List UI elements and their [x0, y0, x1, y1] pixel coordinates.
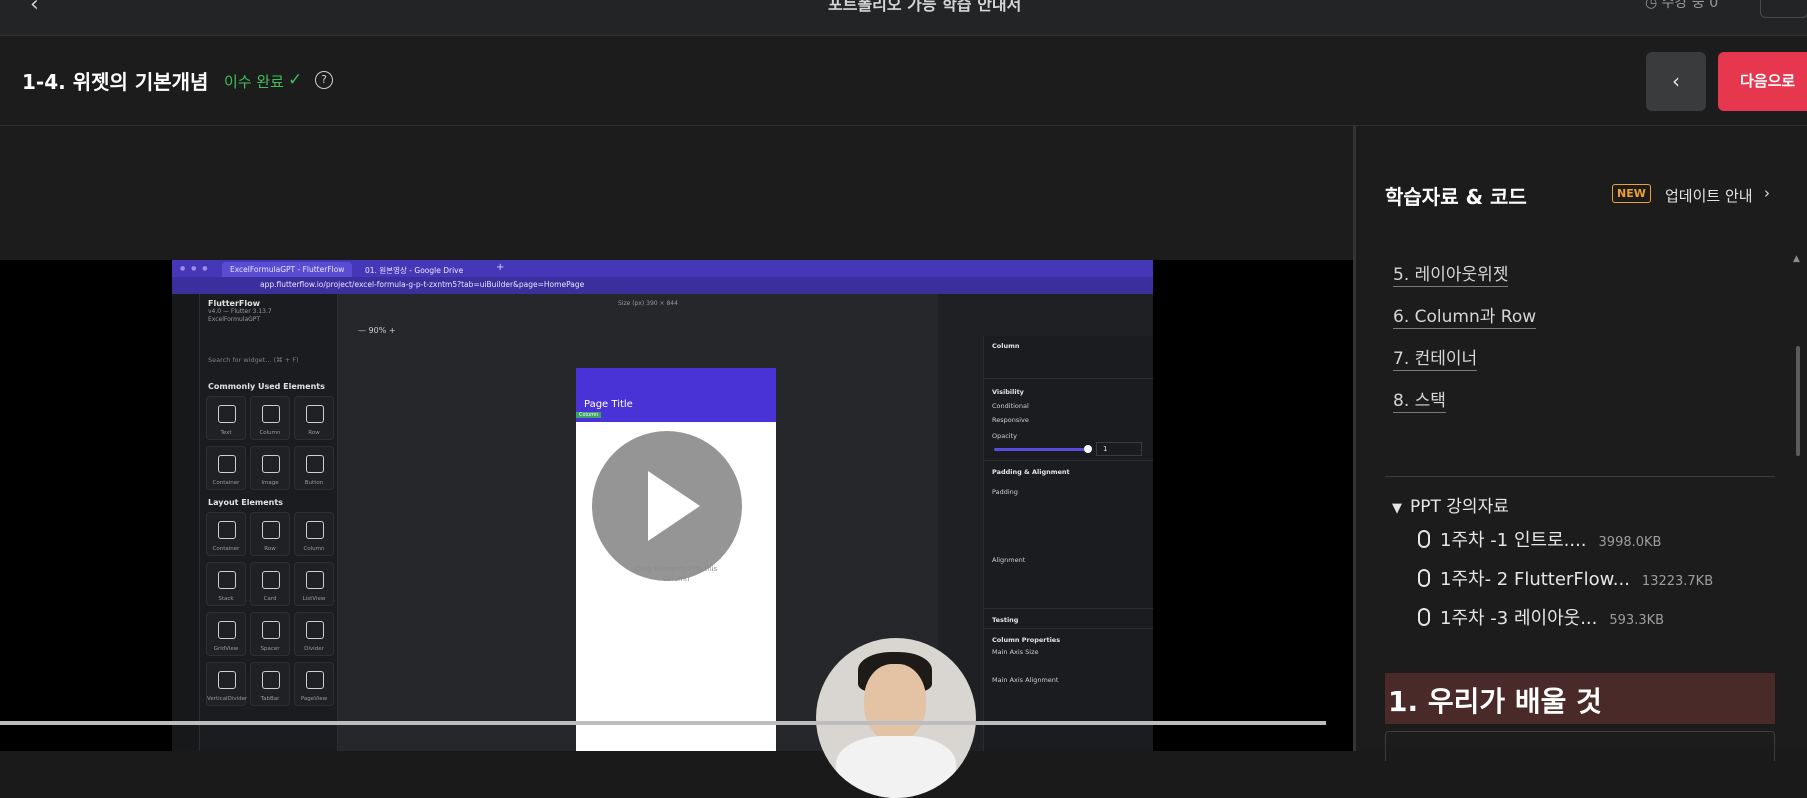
tile-image: Image	[250, 446, 290, 490]
paperclip-icon	[1418, 608, 1430, 626]
opacity-slider-knob	[1084, 445, 1092, 453]
play-icon[interactable]	[592, 431, 742, 581]
toc-item-container[interactable]: 7. 컨테이너	[1393, 344, 1478, 371]
app-bar: Page Title Column	[576, 368, 776, 422]
chevron-right-icon[interactable]: ›	[1764, 184, 1770, 202]
widget-palette: FlutterFlow v4.0 — Flutter 3.13.7 ExcelF…	[200, 294, 338, 751]
lesson-header: 1-4. 위젯의 기본개념 이수 완료 ✓ ? ‹ 다음으로	[0, 36, 1807, 126]
file-item[interactable]: 1주차- 2 FlutterFlow... 13223.7KB	[1418, 565, 1713, 591]
flutterflow-nav-rail	[172, 294, 200, 751]
completion-status: 이수 완료	[224, 73, 284, 91]
padding-alignment-section: Padding & Alignment	[992, 468, 1070, 476]
testing-section: Testing	[992, 616, 1019, 624]
opacity-value: 1	[1096, 442, 1142, 456]
tile-spacer: Spacer	[250, 612, 290, 656]
next-button[interactable]: 다음으로	[1718, 52, 1807, 111]
responsive-label: Responsive	[992, 416, 1029, 424]
paperclip-icon	[1418, 569, 1430, 587]
browser-tabbar: ● ● ● ExcelFormulaGPT - FlutterFlow 01. …	[172, 260, 1153, 277]
alignment-label: Alignment	[992, 556, 1026, 564]
video-top-spacer	[0, 126, 1353, 260]
tile-pageview: PageView	[294, 662, 334, 706]
sidebar-title: 학습자료 & 코드	[1385, 185, 1527, 209]
tile-verticaldivider: VerticalDivider	[206, 662, 247, 706]
page-title-preview: Page Title	[584, 399, 633, 410]
triangle-down-icon: ▼	[1392, 501, 1402, 516]
top-action-button[interactable]	[1760, 0, 1807, 18]
toc-item-column-row[interactable]: 6. Column과 Row	[1393, 302, 1537, 329]
file-item[interactable]: 1주차 -3 레이아웃... 593.3KB	[1418, 604, 1664, 630]
browser-url: app.flutterflow.io/project/excel-formula…	[260, 280, 585, 289]
new-badge: NEW	[1612, 184, 1651, 203]
content-box	[1385, 731, 1775, 761]
chevron-left-icon: ‹	[1672, 69, 1680, 93]
opacity-label: Opacity	[992, 432, 1018, 440]
tile-tabbar: TabBar	[250, 662, 290, 706]
materials-sidebar: 학습자료 & 코드 NEW 업데이트 안내 › ▲ 5. 레이아웃위젯 6. C…	[1356, 126, 1807, 761]
ppt-section-toggle[interactable]: ▼ PPT 강의자료	[1392, 492, 1509, 517]
tile-gridview: GridView	[206, 612, 246, 656]
progress-status: ◷ 수강 중 0	[1645, 0, 1719, 11]
tile-button: Button	[294, 446, 334, 490]
browser-address-bar: app.flutterflow.io/project/excel-formula…	[172, 277, 1153, 294]
file-item[interactable]: 1주차 -1 인트로.... 3998.0KB	[1418, 526, 1661, 552]
canvas-size: Size (px) 390 × 844	[618, 300, 678, 307]
top-bar: ‹ 포트폴리오 가능 학습 안내서 ◷ 수강 중 0	[0, 0, 1807, 36]
help-icon[interactable]: ?	[315, 71, 333, 89]
sidebar-divider	[1385, 476, 1775, 477]
padding-label: Padding	[992, 488, 1018, 496]
project-name: ExcelFormulaGPT	[208, 316, 261, 323]
properties-panel: Column Visibility Conditional Responsive…	[983, 336, 1153, 751]
sidebar-scrollbar[interactable]	[1796, 346, 1800, 456]
selected-widget-name: Column	[992, 342, 1020, 350]
new-tab-icon: +	[496, 262, 505, 273]
back-icon[interactable]: ‹	[30, 0, 39, 17]
tile-listview: ListView	[294, 562, 334, 606]
flutterflow-version: v4.0 — Flutter 3.13.7	[208, 308, 272, 315]
section-heading: 1. 우리가 배울 것	[1385, 673, 1775, 724]
browser-tab-drive: 01. 원본영상 - Google Drive	[365, 266, 464, 275]
lesson-title: 1-4. 위젯의 기본개념	[22, 70, 209, 94]
tile-divider: Divider	[294, 612, 334, 656]
paperclip-icon	[1418, 530, 1430, 548]
widget-search: Search for widget... (⌘ + F)	[208, 356, 299, 364]
update-notice-link[interactable]: 업데이트 안내	[1665, 185, 1753, 206]
tile-row: Row	[294, 396, 334, 440]
tile-layout-container: Container	[206, 512, 246, 556]
video-progress-bar[interactable]	[0, 721, 1326, 725]
column-tag: Column	[576, 412, 602, 418]
tile-layout-column: Column	[294, 512, 334, 556]
instructor-webcam	[816, 638, 976, 798]
tile-column: Column	[250, 396, 290, 440]
browser-tab-flutterflow: ExcelFormulaGPT - FlutterFlow	[222, 262, 352, 277]
check-icon: ✓	[288, 70, 303, 90]
previous-button[interactable]: ‹	[1646, 52, 1706, 111]
zoom-control: — 90% +	[358, 326, 396, 335]
visibility-section: Visibility	[992, 388, 1024, 396]
main-axis-size-label: Main Axis Size	[992, 648, 1039, 656]
tile-layout-row: Row	[250, 512, 290, 556]
tile-stack: Stack	[206, 562, 246, 606]
window-controls-icon: ● ● ●	[180, 265, 210, 272]
main-axis-alignment-label: Main Axis Alignment	[992, 676, 1059, 684]
scroll-up-icon[interactable]: ▲	[1793, 254, 1800, 264]
flutterflow-brand: FlutterFlow	[208, 299, 261, 308]
tile-text: Text	[206, 396, 246, 440]
common-elements-title: Commonly Used Elements	[208, 382, 325, 391]
toc-item-stack[interactable]: 8. 스택	[1393, 386, 1446, 413]
tile-card: Card	[250, 562, 290, 606]
layout-elements-title: Layout Elements	[208, 498, 283, 507]
conditional-label: Conditional	[992, 402, 1029, 410]
column-properties-section: Column Properties	[992, 636, 1061, 644]
course-title: 포트폴리오 가능 학습 안내서	[828, 0, 1022, 14]
tile-container: Container	[206, 446, 246, 490]
toc-item-layout-widget[interactable]: 5. 레이아웃위젯	[1393, 260, 1509, 287]
opacity-slider	[994, 448, 1086, 451]
